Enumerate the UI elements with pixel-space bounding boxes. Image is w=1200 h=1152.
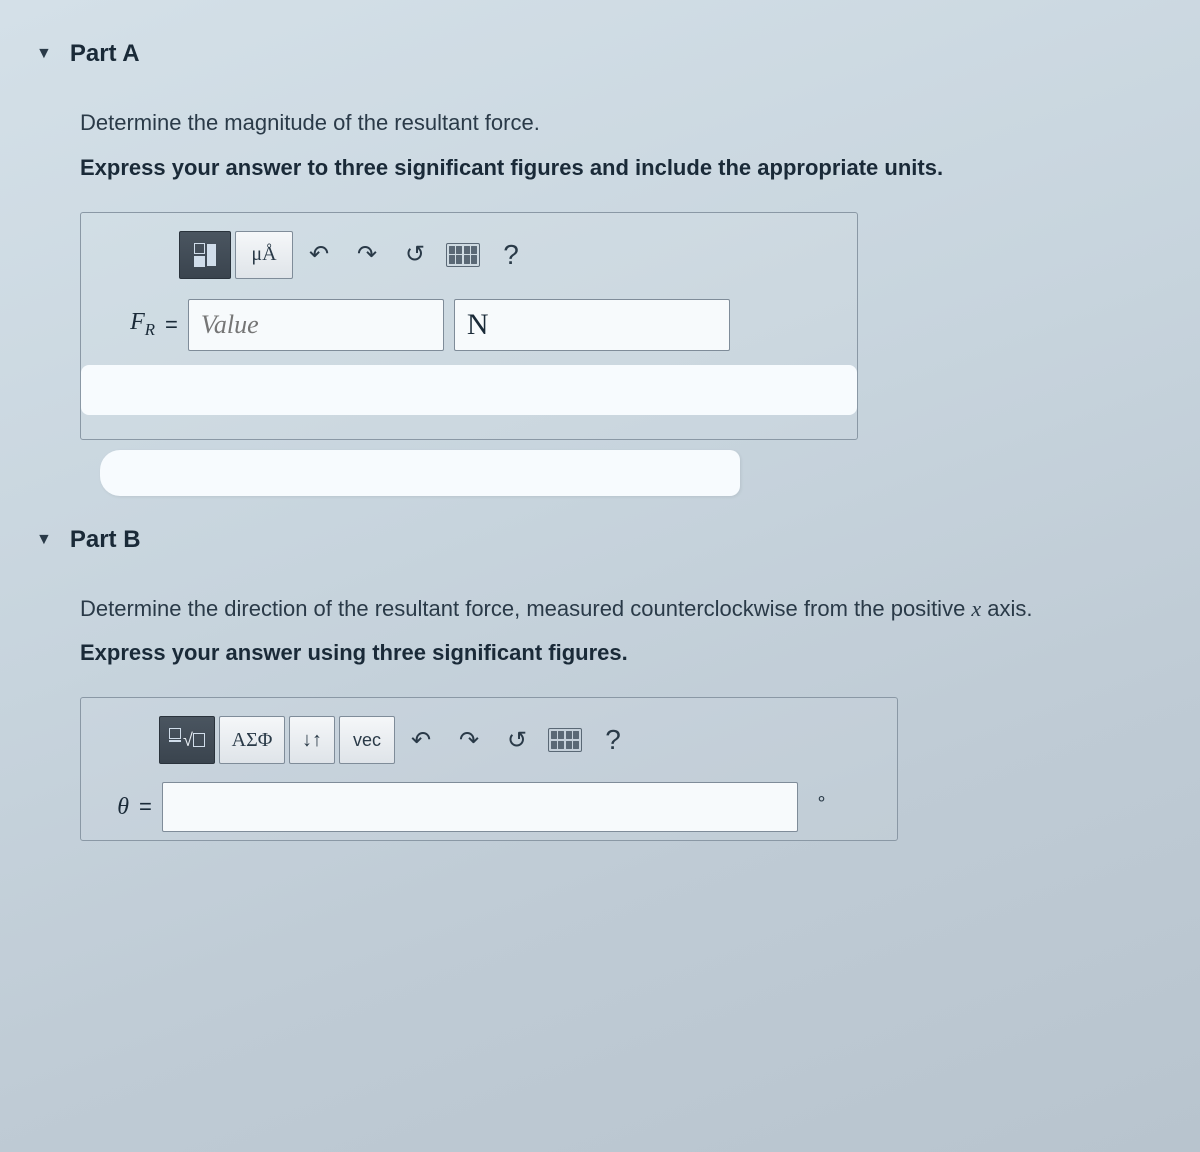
x-axis-var: x	[971, 596, 981, 621]
keyboard-button[interactable]	[543, 717, 587, 763]
part-a-instruction-bold: Express your answer to three significant…	[80, 153, 1170, 184]
redacted-area-2	[100, 450, 740, 496]
collapse-arrow-icon: ▼	[36, 531, 52, 549]
part-a-title: Part A	[70, 40, 140, 68]
vector-button[interactable]: vec	[339, 716, 395, 764]
part-b-body: Determine the direction of the resultant…	[80, 594, 1170, 842]
equals-sign: =	[139, 794, 152, 820]
greek-symbols-button[interactable]: ΑΣΦ	[219, 716, 285, 764]
part-b-instruction: Determine the direction of the resultant…	[80, 594, 1170, 625]
part-a-header[interactable]: ▼ Part A	[36, 40, 1170, 68]
undo-button[interactable]: ↶	[399, 717, 443, 763]
instruction-pre: Determine the direction of the resultant…	[80, 596, 971, 621]
redo-button[interactable]: ↷	[447, 717, 491, 763]
subscript-superscript-button[interactable]: ↓↑	[289, 716, 335, 764]
sqrt-icon: √	[169, 728, 205, 752]
part-b-title: Part B	[70, 526, 141, 554]
variable-label-theta: θ	[99, 794, 129, 821]
units-button[interactable]: μÅ	[235, 231, 293, 279]
keyboard-icon	[446, 243, 480, 267]
part-a-body: Determine the magnitude of the resultant…	[80, 108, 1170, 496]
math-templates-button[interactable]: √	[159, 716, 215, 764]
part-b-toolbar: √ ΑΣΦ ↓↑ vec ↶ ↷ ↺ ?	[159, 716, 879, 764]
instruction-post: axis.	[981, 596, 1032, 621]
part-a-answer-box: μÅ ↶ ↷ ↺ ? FR =	[80, 212, 858, 440]
undo-button[interactable]: ↶	[297, 232, 341, 278]
part-a-input-row: FR =	[99, 299, 839, 351]
redo-button[interactable]: ↷	[345, 232, 389, 278]
keyboard-icon	[548, 728, 582, 752]
collapse-arrow-icon: ▼	[36, 45, 52, 63]
redacted-area	[81, 365, 857, 415]
help-button[interactable]: ?	[489, 232, 533, 278]
part-b-answer-box: √ ΑΣΦ ↓↑ vec ↶ ↷ ↺ ? θ =	[80, 697, 898, 841]
help-button[interactable]: ?	[591, 717, 635, 763]
templates-button[interactable]	[179, 231, 231, 279]
degree-symbol: ∘	[816, 788, 827, 809]
part-a-toolbar: μÅ ↶ ↷ ↺ ?	[179, 231, 839, 279]
part-b-input-row: θ = ∘	[99, 782, 879, 832]
reset-button[interactable]: ↺	[495, 717, 539, 763]
value-input[interactable]	[188, 299, 444, 351]
units-input[interactable]	[454, 299, 730, 351]
variable-label-fr: FR	[99, 309, 155, 340]
part-a-instruction: Determine the magnitude of the resultant…	[80, 108, 1170, 139]
part-b-instruction-bold: Express your answer using three signific…	[80, 638, 1170, 669]
keyboard-button[interactable]	[441, 232, 485, 278]
reset-button[interactable]: ↺	[393, 232, 437, 278]
equals-sign: =	[165, 312, 178, 338]
angle-input[interactable]	[162, 782, 798, 832]
templates-icon	[194, 243, 216, 267]
part-b-header[interactable]: ▼ Part B	[36, 526, 1170, 554]
